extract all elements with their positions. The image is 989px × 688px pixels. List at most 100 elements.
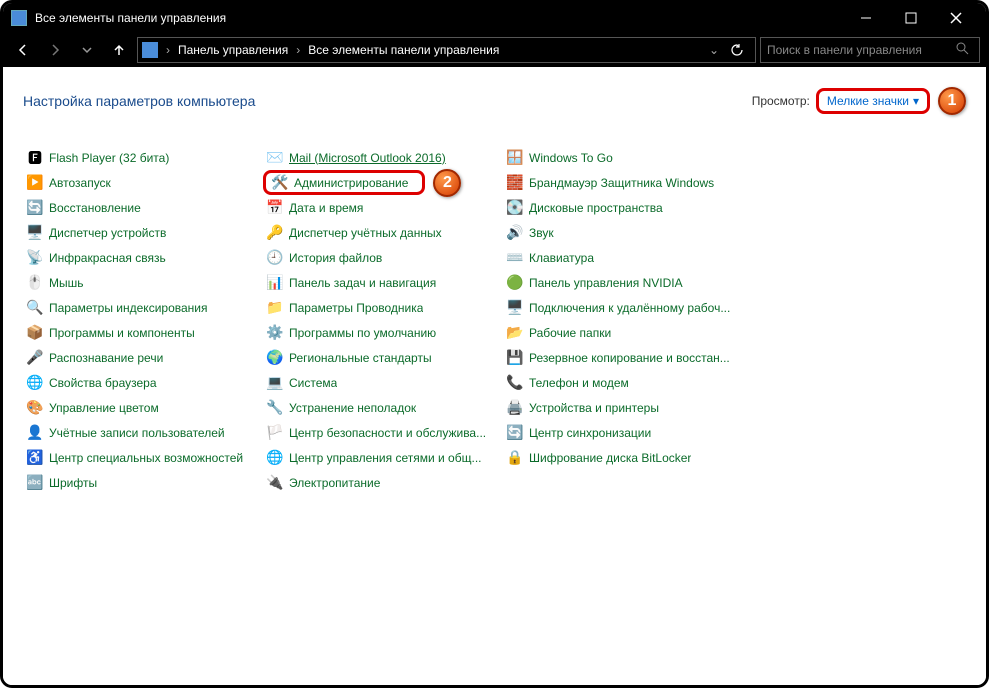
item-taskbar[interactable]: 📊Панель задач и навигация [263,270,503,295]
item-backup[interactable]: 💾Резервное копирование и восстан... [503,345,743,370]
item-security-center[interactable]: 🏳️Центр безопасности и обслужива... [263,420,503,445]
view-dropdown[interactable]: Мелкие значки ▾ [816,88,930,114]
back-button[interactable] [9,36,37,64]
item-default-programs[interactable]: ⚙️Программы по умолчанию [263,320,503,345]
color-icon: 🎨 [27,400,43,416]
item-date-time[interactable]: 📅Дата и время [263,195,503,220]
firewall-icon: 🧱 [507,175,523,191]
window-title: Все элементы панели управления [35,11,843,25]
item-devices-printers[interactable]: 🖨️Устройства и принтеры [503,395,743,420]
recent-locations-button[interactable] [73,36,101,64]
windows-icon: 🪟 [507,150,523,166]
view-label: Просмотр: [752,94,810,108]
item-file-history[interactable]: 🕘История файлов [263,245,503,270]
maximize-button[interactable] [888,3,933,33]
power-icon: 🔌 [267,475,283,491]
chevron-down-icon[interactable]: ⌄ [709,43,719,57]
item-sync-center[interactable]: 🔄Центр синхронизации [503,420,743,445]
admin-icon: 🛠️ [272,175,288,191]
item-storage-spaces[interactable]: 💽Дисковые пространства [503,195,743,220]
item-system[interactable]: 💻Система [263,370,503,395]
item-keyboard[interactable]: ⌨️Клавиатура [503,245,743,270]
sound-icon: 🔊 [507,225,523,241]
item-indexing[interactable]: 🔍Параметры индексирования [23,295,263,320]
troubleshoot-icon: 🔧 [267,400,283,416]
credential-icon: 🔑 [267,225,283,241]
region-icon: 🌍 [267,350,283,366]
breadcrumb[interactable]: › Панель управления › Все элементы панел… [137,37,756,63]
refresh-button[interactable] [723,37,751,63]
history-icon: 🕘 [267,250,283,266]
item-mail[interactable]: ✉️Mail (Microsoft Outlook 2016) [263,145,503,170]
annotation-badge-2: 2 [433,169,461,197]
item-admin-tools[interactable]: 🛠️Администрирование [263,170,425,195]
nav-bar: › Панель управления › Все элементы панел… [3,33,986,67]
item-color-mgmt[interactable]: 🎨Управление цветом [23,395,263,420]
item-explorer-options[interactable]: 📁Параметры Проводника [263,295,503,320]
item-windows-to-go[interactable]: 🪟Windows To Go [503,145,743,170]
item-power[interactable]: 🔌Электропитание [263,470,503,495]
chevron-down-icon: ▾ [913,94,919,108]
search-input[interactable]: Поиск в панели управления [760,37,980,63]
annotation-badge-1: 1 [938,87,966,115]
item-ease-of-access[interactable]: ♿Центр специальных возможностей [23,445,263,470]
app-icon [11,10,27,26]
item-work-folders[interactable]: 📂Рабочие папки [503,320,743,345]
taskbar-icon: 📊 [267,275,283,291]
breadcrumb-item[interactable]: Панель управления [178,43,288,57]
chevron-right-icon: › [162,43,174,57]
content-area: Настройка параметров компьютера Просмотр… [3,67,986,685]
view-value: Мелкие значки [827,94,909,108]
item-phone-modem[interactable]: 📞Телефон и модем [503,370,743,395]
item-infrared[interactable]: 📡Инфракрасная связь [23,245,263,270]
item-programs[interactable]: 📦Программы и компоненты [23,320,263,345]
accessibility-icon: ♿ [27,450,43,466]
programs-icon: 📦 [27,325,43,341]
date-icon: 📅 [267,200,283,216]
item-credential-manager[interactable]: 🔑Диспетчер учётных данных [263,220,503,245]
up-button[interactable] [105,36,133,64]
speech-icon: 🎤 [27,350,43,366]
item-bitlocker[interactable]: 🔒Шифрование диска BitLocker [503,445,743,470]
item-speech[interactable]: 🎤Распознавание речи [23,345,263,370]
flash-icon: 🅵 [27,150,43,166]
control-panel-icon [142,42,158,58]
search-placeholder: Поиск в панели управления [767,43,956,57]
folder-icon: 📁 [267,300,283,316]
fonts-icon: 🔤 [27,475,43,491]
printer-icon: 🖨️ [507,400,523,416]
item-sound[interactable]: 🔊Звук [503,220,743,245]
item-fonts[interactable]: 🔤Шрифты [23,470,263,495]
remote-icon: 🖥️ [507,300,523,316]
item-autoplay[interactable]: ▶️Автозапуск [23,170,263,195]
recovery-icon: 🔄 [27,200,43,216]
item-flash-player[interactable]: 🅵Flash Player (32 бита) [23,145,263,170]
item-device-manager[interactable]: 🖥️Диспетчер устройств [23,220,263,245]
callout-admin: 🛠️Администрирование 2 [263,170,503,195]
item-nvidia[interactable]: 🟢Панель управления NVIDIA [503,270,743,295]
item-user-accounts[interactable]: 👤Учётные записи пользователей [23,420,263,445]
items-grid: 🅵Flash Player (32 бита) ✉️Mail (Microsof… [23,145,966,495]
item-network-center[interactable]: 🌐Центр управления сетями и общ... [263,445,503,470]
item-recovery[interactable]: 🔄Восстановление [23,195,263,220]
title-bar: Все элементы панели управления [3,3,986,33]
device-manager-icon: 🖥️ [27,225,43,241]
forward-button[interactable] [41,36,69,64]
item-region[interactable]: 🌍Региональные стандарты [263,345,503,370]
page-title: Настройка параметров компьютера [23,93,752,109]
minimize-button[interactable] [843,3,888,33]
item-firewall[interactable]: 🧱Брандмауэр Защитника Windows [503,170,743,195]
disk-icon: 💽 [507,200,523,216]
indexing-icon: 🔍 [27,300,43,316]
breadcrumb-item[interactable]: Все элементы панели управления [308,43,499,57]
lock-icon: 🔒 [507,450,523,466]
item-internet-options[interactable]: 🌐Свойства браузера [23,370,263,395]
item-remote-desktop[interactable]: 🖥️Подключения к удалённому рабоч... [503,295,743,320]
system-icon: 💻 [267,375,283,391]
nvidia-icon: 🟢 [507,275,523,291]
item-mouse[interactable]: 🖱️Мышь [23,270,263,295]
chevron-right-icon: › [292,43,304,57]
keyboard-icon: ⌨️ [507,250,523,266]
close-button[interactable] [933,3,978,33]
item-troubleshoot[interactable]: 🔧Устранение неполадок [263,395,503,420]
